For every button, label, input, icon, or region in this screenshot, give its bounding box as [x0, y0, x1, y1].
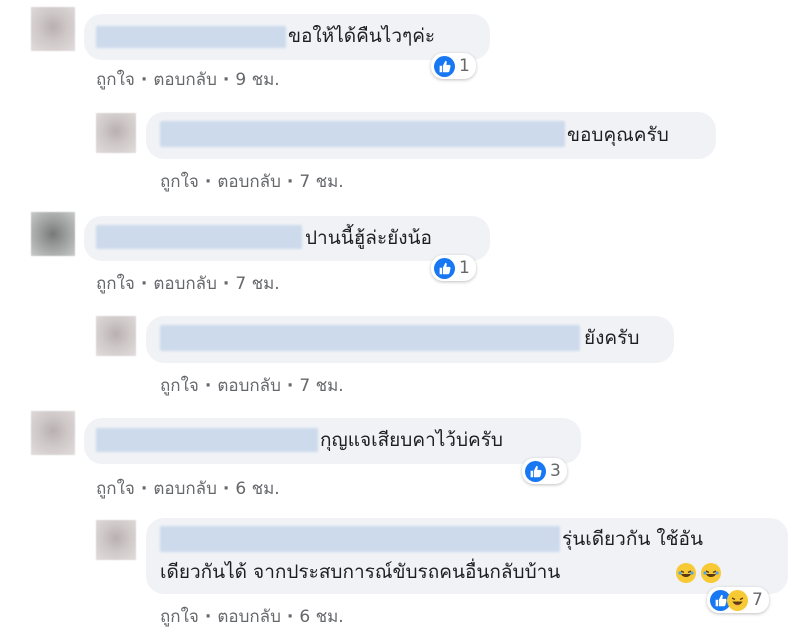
avatar[interactable] — [96, 113, 136, 153]
reply-link[interactable]: ตอบกลับ — [217, 603, 281, 630]
redacted-name — [96, 428, 318, 452]
comment-actions: ถูกใจ · ตอบกลับ · 7 ชม. — [96, 270, 280, 297]
like-link[interactable]: ถูกใจ — [96, 475, 135, 502]
like-link[interactable]: ถูกใจ — [96, 66, 135, 93]
like-icon — [434, 257, 455, 279]
redacted-name — [160, 121, 565, 147]
laughing-emoji — [701, 563, 721, 583]
avatar[interactable] — [31, 7, 75, 51]
redacted-name — [96, 26, 286, 48]
laughing-emoji — [676, 563, 696, 583]
redacted-name — [160, 526, 560, 552]
timestamp[interactable]: 6 ชม. — [299, 603, 343, 630]
like-link[interactable]: ถูกใจ — [96, 270, 135, 297]
comment-actions: ถูกใจ · ตอบกลับ · 6 ชม. — [96, 475, 280, 502]
reaction-count[interactable]: 3 — [522, 458, 567, 484]
timestamp[interactable]: 6 ชม. — [235, 475, 279, 502]
redacted-name — [160, 325, 580, 351]
reply-link[interactable]: ตอบกลับ — [217, 168, 281, 195]
like-link[interactable]: ถูกใจ — [160, 603, 199, 630]
timestamp[interactable]: 7 ชม. — [235, 270, 279, 297]
comment-text: ขอให้ได้คืนไวๆค่ะ — [288, 25, 436, 47]
avatar[interactable] — [31, 411, 75, 455]
reply-link[interactable]: ตอบกลับ — [217, 372, 281, 399]
timestamp[interactable]: 7 ชม. — [299, 168, 343, 195]
comment-text: ปานนี้ฮู้ล่ะยังน้อ — [305, 227, 432, 249]
reaction-count[interactable]: 1 — [431, 255, 476, 281]
comment-text-line-2: เดียวกันได้ จากประสบการณ์ขับรถคนอื่นกลับ… — [160, 561, 561, 583]
haha-icon — [727, 589, 748, 611]
comment-actions: ถูกใจ · ตอบกลับ · 6 ชม. — [160, 603, 344, 630]
redacted-name — [96, 225, 302, 249]
comment-actions: ถูกใจ · ตอบกลับ · 7 ชม. — [160, 168, 344, 195]
reply-link[interactable]: ตอบกลับ — [153, 66, 217, 93]
comment-text: ยังครับ — [584, 327, 640, 349]
reaction-count[interactable]: 1 — [431, 53, 476, 79]
comment-actions: ถูกใจ · ตอบกลับ · 9 ชม. — [96, 66, 280, 93]
comment-actions: ถูกใจ · ตอบกลับ · 7 ชม. — [160, 372, 344, 399]
reaction-number: 1 — [459, 56, 470, 76]
like-icon — [525, 460, 546, 482]
reaction-number: 3 — [550, 461, 561, 481]
comment-text-line-1: รุ่นเดียวกัน ใช้อัน — [562, 528, 703, 550]
comment-text: ขอบคุณครับ — [567, 124, 669, 146]
avatar[interactable] — [31, 212, 75, 256]
reply-link[interactable]: ตอบกลับ — [153, 270, 217, 297]
reaction-number: 7 — [752, 590, 763, 610]
comment-text: กุญแจเสียบคาไว้บ่ครับ — [320, 429, 503, 451]
reaction-count[interactable]: 7 — [707, 587, 769, 613]
avatar[interactable] — [96, 316, 136, 356]
like-link[interactable]: ถูกใจ — [160, 168, 199, 195]
reaction-number: 1 — [459, 258, 470, 278]
avatar[interactable] — [96, 520, 136, 560]
timestamp[interactable]: 9 ชม. — [235, 66, 279, 93]
reply-link[interactable]: ตอบกลับ — [153, 475, 217, 502]
like-link[interactable]: ถูกใจ — [160, 372, 199, 399]
timestamp[interactable]: 7 ชม. — [299, 372, 343, 399]
like-icon — [434, 55, 455, 77]
